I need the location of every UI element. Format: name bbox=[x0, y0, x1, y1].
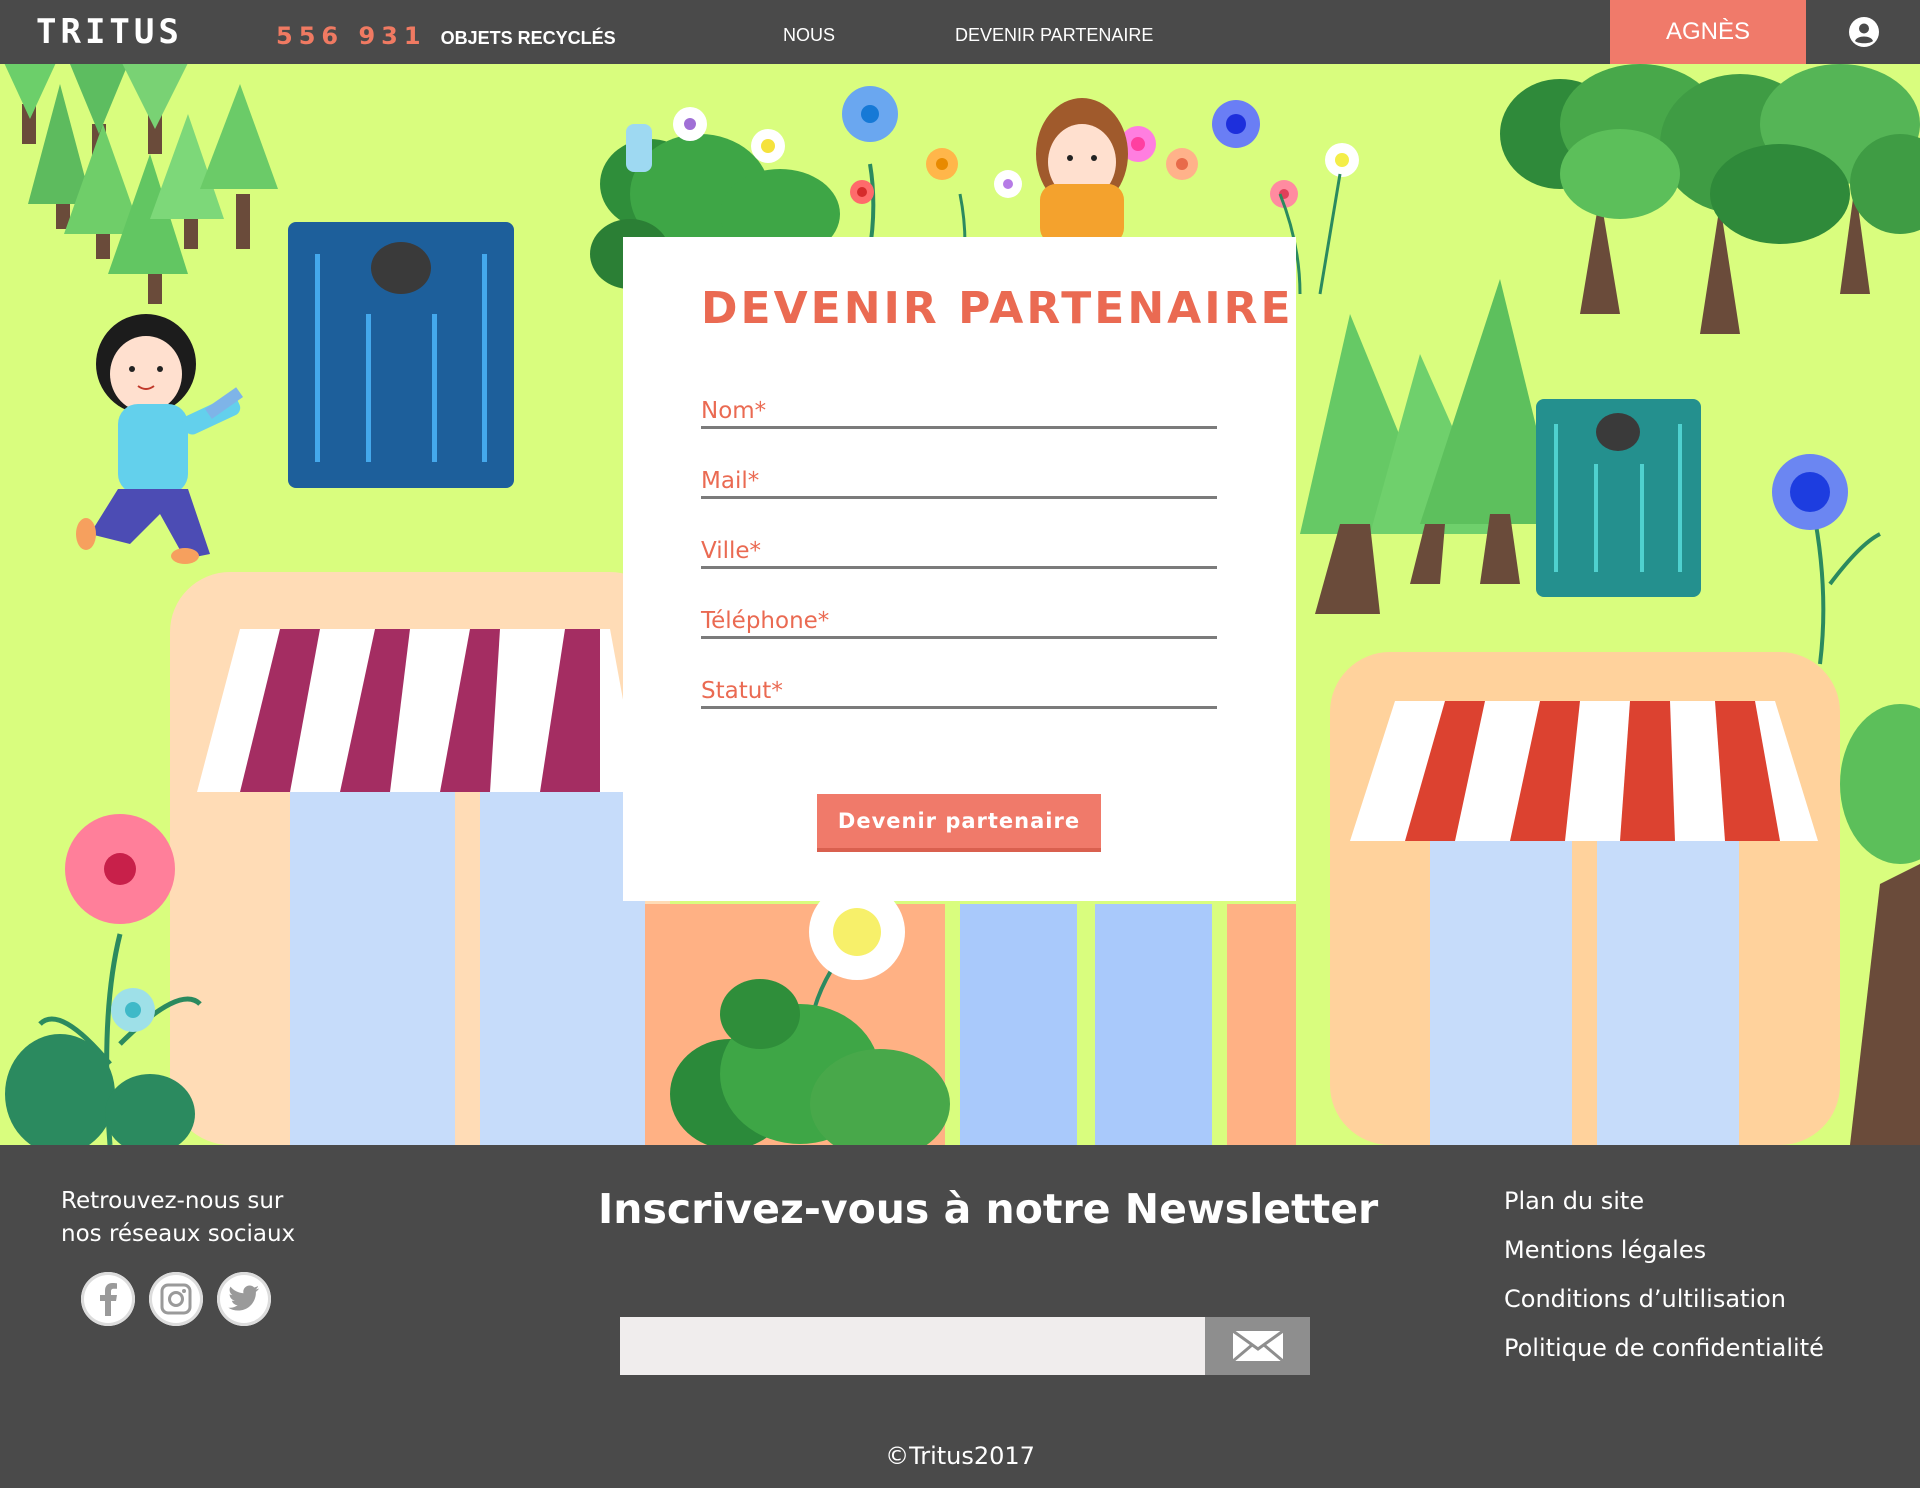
tree-right-edge bbox=[1840, 704, 1920, 1145]
newsletter-send-button[interactable] bbox=[1205, 1317, 1310, 1375]
user-circle-icon[interactable] bbox=[1848, 16, 1880, 48]
character-girl-top bbox=[1036, 98, 1128, 244]
shop-right bbox=[1330, 652, 1840, 1145]
mail-input[interactable] bbox=[701, 453, 1217, 496]
city-input[interactable] bbox=[701, 523, 1217, 566]
partner-form-card: DEVENIR PARTENAIRE Nom* Mail* Ville* Tél… bbox=[623, 237, 1296, 901]
form-title: DEVENIR PARTENAIRE bbox=[701, 283, 1294, 334]
pine-trees-left bbox=[4, 64, 278, 304]
footer-link-sitemap[interactable]: Plan du site bbox=[1504, 1187, 1824, 1219]
logo-text: TRITUS bbox=[36, 12, 183, 52]
envelope-icon bbox=[1231, 1329, 1284, 1363]
social-title-line1: Retrouvez-nous sur bbox=[61, 1188, 284, 1214]
flower-blue-right bbox=[1772, 454, 1881, 665]
newsletter-email-input[interactable] bbox=[620, 1317, 1205, 1375]
social-title-line2: nos réseaux sociaux bbox=[61, 1221, 296, 1247]
facebook-icon[interactable] bbox=[81, 1272, 135, 1326]
phone-field[interactable]: Téléphone* bbox=[701, 593, 1217, 639]
footer: Retrouvez-nous sur nos réseaux sociaux I… bbox=[0, 1145, 1920, 1488]
footer-links: Plan du site Mentions légales Conditions… bbox=[1504, 1187, 1824, 1383]
instagram-icon[interactable] bbox=[149, 1272, 203, 1326]
user-menu-button[interactable]: AGNÈS bbox=[1610, 0, 1806, 64]
status-input[interactable] bbox=[701, 663, 1217, 706]
user-name: AGNÈS bbox=[1665, 18, 1751, 45]
top-navbar: TRITUS 556 931 OBJETS RECYCLÉS NOUS DEVE… bbox=[0, 0, 1920, 64]
shop-left bbox=[170, 572, 670, 1145]
footer-link-privacy[interactable]: Politique de confidentialité bbox=[1504, 1334, 1824, 1366]
footer-link-legal[interactable]: Mentions légales bbox=[1504, 1236, 1824, 1268]
submit-partner-button[interactable]: Devenir partenaire bbox=[817, 794, 1101, 852]
recycling-bin-blue bbox=[288, 222, 514, 488]
mail-field[interactable]: Mail* bbox=[701, 453, 1217, 499]
name-input[interactable] bbox=[701, 383, 1217, 426]
tritus-logo[interactable]: TRITUS bbox=[36, 12, 183, 52]
name-field[interactable]: Nom* bbox=[701, 383, 1217, 429]
copyright: ©Tritus2017 bbox=[885, 1442, 1035, 1470]
nav-link-devenir-partenaire[interactable]: DEVENIR PARTENAIRE bbox=[955, 25, 1153, 46]
newsletter-title: Inscrivez-vous à notre Newsletter bbox=[598, 1185, 1379, 1233]
twitter-icon[interactable] bbox=[217, 1272, 271, 1326]
social-icons bbox=[81, 1272, 271, 1326]
recycling-bin-teal bbox=[1536, 399, 1701, 597]
counter-value: 556 931 bbox=[276, 22, 427, 50]
city-field[interactable]: Ville* bbox=[701, 523, 1217, 569]
recycled-counter: 556 931 OBJETS RECYCLÉS bbox=[276, 22, 616, 50]
footer-link-terms[interactable]: Conditions d’ultilisation bbox=[1504, 1285, 1824, 1317]
social-title: Retrouvez-nous sur nos réseaux sociaux bbox=[61, 1185, 341, 1251]
nav-link-nous[interactable]: NOUS bbox=[783, 25, 835, 46]
phone-input[interactable] bbox=[701, 593, 1217, 636]
trees-top-right bbox=[1500, 64, 1920, 334]
status-field[interactable]: Statut* bbox=[701, 663, 1217, 709]
character-girl-left bbox=[76, 314, 244, 564]
pine-trees-right bbox=[1300, 279, 1560, 614]
counter-label: OBJETS RECYCLÉS bbox=[440, 28, 616, 48]
